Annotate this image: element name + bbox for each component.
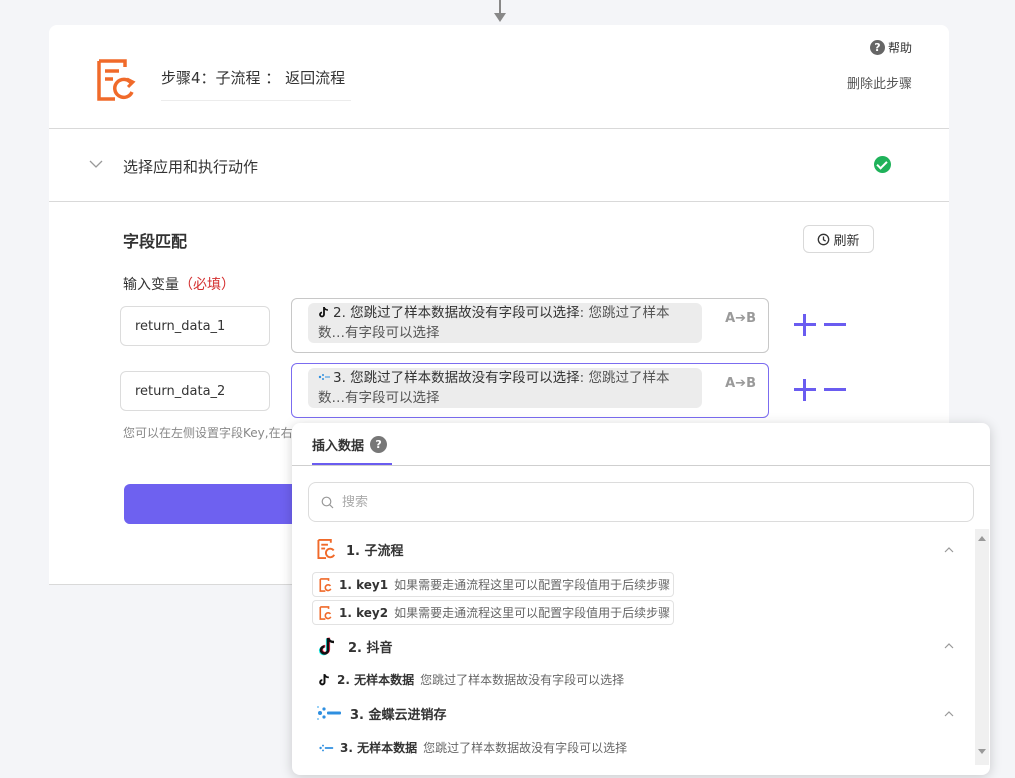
value-field[interactable]: 3. 您跳过了样本数据故没有字段可以选择: 您跳过了样本数…有字段可以选择 A➔… xyxy=(291,363,769,418)
help-icon: ? xyxy=(869,40,885,55)
key-input[interactable]: return_data_1 xyxy=(120,306,270,346)
list-item[interactable]: 3. 无样本数据 您跳过了样本数据故没有字段可以选择 xyxy=(312,735,630,760)
value-field[interactable]: 2. 您跳过了样本数据故没有字段可以选择: 您跳过了样本数…有字段可以选择 A➔… xyxy=(291,298,769,353)
group-label: 1. 子流程 xyxy=(346,543,404,559)
item-desc: 您跳过了样本数据故没有字段可以选择 xyxy=(423,741,628,755)
hint-text: 您可以在左侧设置字段Key,在右 xyxy=(123,426,293,440)
search-input[interactable] xyxy=(342,494,942,510)
required-mark: （必填） xyxy=(179,277,235,293)
kingdee-icon xyxy=(318,374,330,380)
value-tag[interactable]: 3. 您跳过了样本数据故没有字段可以选择: 您跳过了样本数…有字段可以选择 xyxy=(308,368,702,408)
divider xyxy=(49,128,949,129)
value-tag-name: 2. 您跳过了样本数据故没有字段可以选择 xyxy=(333,305,580,321)
subprocess-icon xyxy=(317,539,336,559)
help-icon[interactable]: ? xyxy=(370,436,388,453)
item-name: 1. key1 xyxy=(339,577,389,592)
help-label: 帮助 xyxy=(887,41,912,55)
add-row-icon[interactable] xyxy=(794,314,816,336)
subprocess-icon xyxy=(319,605,332,620)
divider xyxy=(292,465,990,466)
remove-row-icon[interactable] xyxy=(824,314,846,336)
divider xyxy=(49,201,949,202)
chevron-up-icon[interactable] xyxy=(944,641,954,651)
delete-step-link[interactable]: 删除此步骤 xyxy=(847,73,912,92)
chevron-down-icon[interactable] xyxy=(89,157,103,171)
subprocess-icon xyxy=(319,577,332,592)
item-desc: 您跳过了样本数据故没有字段可以选择 xyxy=(420,673,625,687)
tab-insert-data-label: 插入数据 xyxy=(312,439,365,454)
chevron-up-icon[interactable] xyxy=(944,545,954,555)
item-desc: 如果需要走通流程这里可以配置字段值用于后续步骤 xyxy=(394,606,671,620)
kingdee-icon xyxy=(317,706,341,720)
tab-insert-data[interactable]: 插入数据 ? xyxy=(312,435,388,454)
key-input[interactable]: return_data_2 xyxy=(120,371,270,411)
list-item[interactable]: 2. 无样本数据 您跳过了样本数据故没有字段可以选择 xyxy=(312,667,627,692)
group-label: 3. 金蝶云进销存 xyxy=(350,707,447,723)
list-item[interactable]: 1. key2 如果需要走通流程这里可以配置字段值用于后续步骤 xyxy=(312,600,675,625)
insert-data-dropdown: 插入数据 ? 1. 子流程 1. key1 如果需要走通流程这里可以配置字段值用… xyxy=(292,423,990,775)
chevron-up-icon[interactable] xyxy=(944,709,954,719)
item-name: 2. 无样本数据 xyxy=(337,673,415,687)
tiktok-icon xyxy=(319,306,329,318)
search-icon xyxy=(321,496,334,508)
add-row-icon[interactable] xyxy=(794,379,816,401)
check-icon xyxy=(874,156,891,173)
item-name: 1. key2 xyxy=(339,605,389,620)
tiktok-icon xyxy=(319,674,329,686)
step-title: 步骤4：子流程 ： 返回流程 xyxy=(161,67,351,101)
transform-icon[interactable]: A➔B xyxy=(725,376,756,391)
kingdee-icon xyxy=(319,744,334,751)
refresh-button[interactable]: 刷新 xyxy=(803,225,874,253)
input-vars-text: 输入变量 xyxy=(123,277,179,293)
help-link[interactable]: ? 帮助 xyxy=(869,39,912,56)
history-icon xyxy=(818,233,830,245)
group-kingdee[interactable]: 3. 金蝶云进销存 xyxy=(316,703,447,723)
item-desc: 如果需要走通流程这里可以配置字段值用于后续步骤 xyxy=(394,578,671,592)
item-name: 3. 无样本数据 xyxy=(340,741,418,755)
section-app-action[interactable]: 选择应用和执行动作 xyxy=(123,156,258,177)
subprocess-icon xyxy=(97,59,136,101)
tiktok-icon xyxy=(316,634,340,658)
field-mapping-title: 字段匹配 xyxy=(123,232,188,251)
value-tag[interactable]: 2. 您跳过了样本数据故没有字段可以选择: 您跳过了样本数…有字段可以选择 xyxy=(308,303,702,343)
transform-icon[interactable]: A➔B xyxy=(725,311,756,326)
group-subprocess[interactable]: 1. 子流程 xyxy=(316,539,404,559)
scrollbar[interactable] xyxy=(975,529,989,765)
flow-arrow-icon xyxy=(494,0,506,24)
list-item[interactable]: 1. key1 如果需要走通流程这里可以配置字段值用于后续步骤 xyxy=(312,572,675,597)
value-tag-name: 3. 您跳过了样本数据故没有字段可以选择 xyxy=(333,370,580,386)
submit-button[interactable] xyxy=(124,484,304,524)
input-vars-label: 输入变量（必填） xyxy=(123,274,235,294)
scroll-up-icon[interactable] xyxy=(978,536,986,541)
group-tiktok[interactable]: 2. 抖音 xyxy=(316,634,393,658)
scroll-down-icon[interactable] xyxy=(978,749,986,754)
search-box xyxy=(308,482,974,522)
remove-row-icon[interactable] xyxy=(824,379,846,401)
refresh-label: 刷新 xyxy=(833,233,860,249)
group-label: 2. 抖音 xyxy=(348,640,393,656)
